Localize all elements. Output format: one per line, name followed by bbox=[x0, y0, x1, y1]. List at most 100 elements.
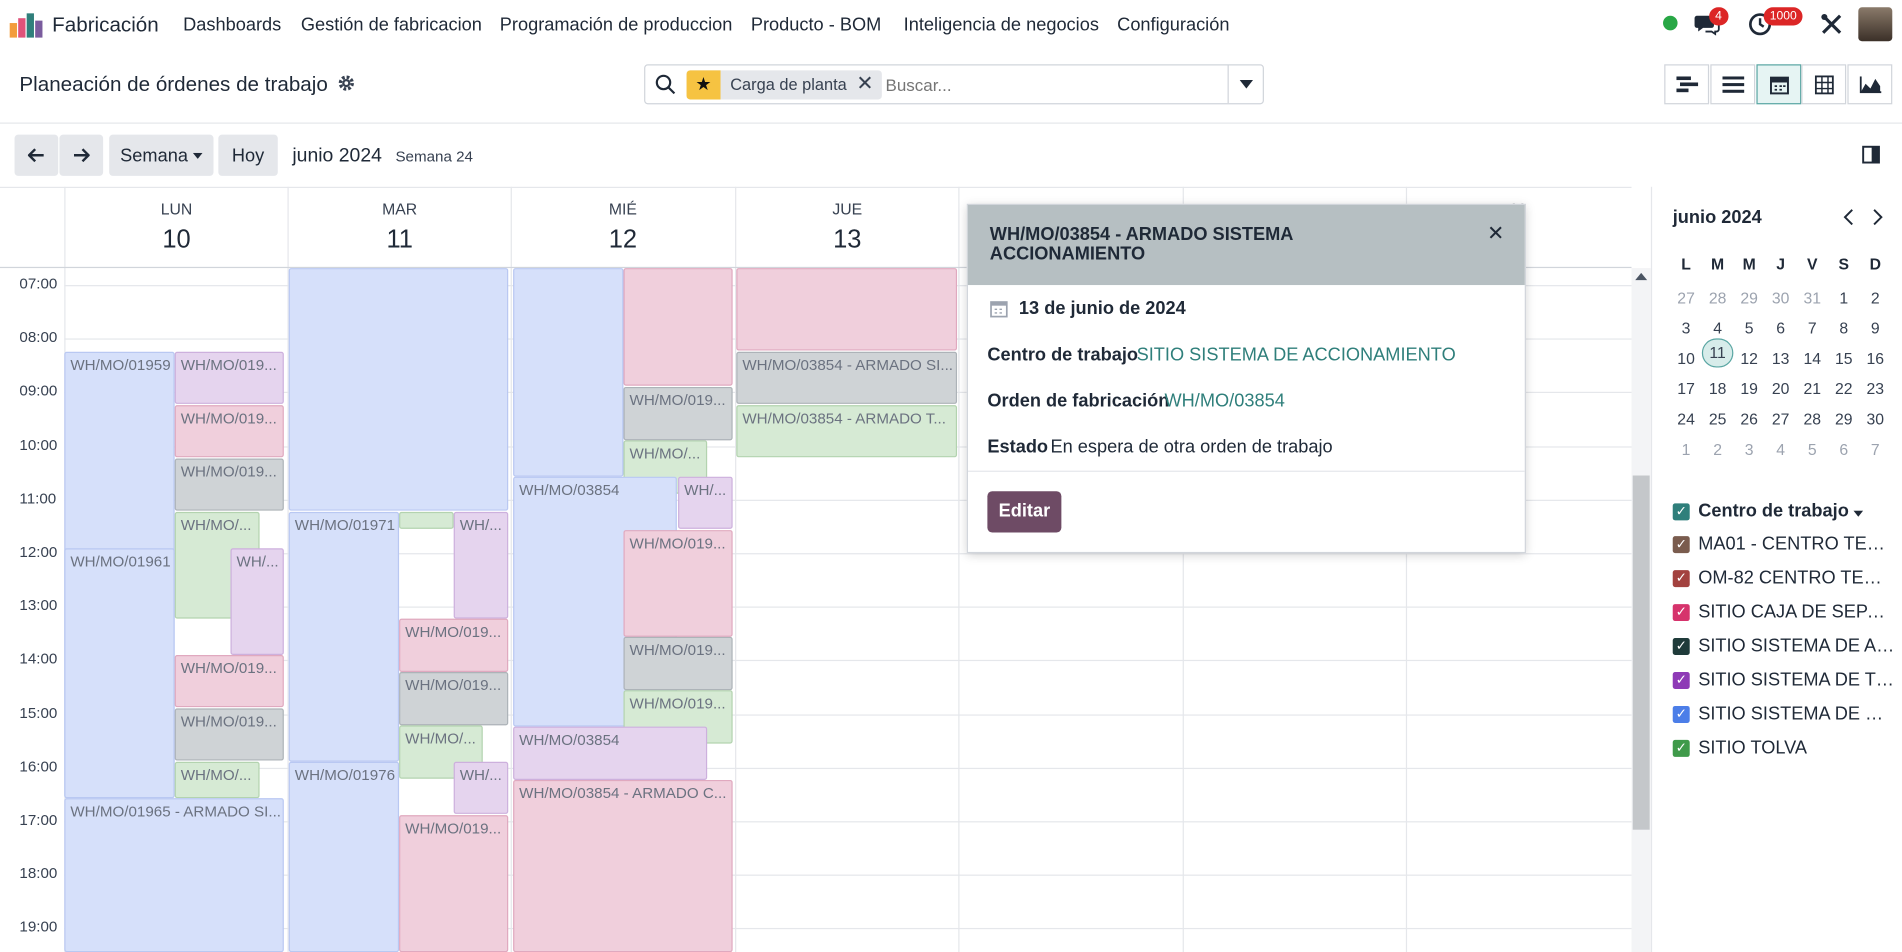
scrollbar-thumb[interactable] bbox=[1632, 475, 1650, 830]
minical-day[interactable]: 9 bbox=[1860, 315, 1892, 342]
view-graph-button[interactable] bbox=[1847, 64, 1893, 105]
calendar-event[interactable]: WH/MO/019... bbox=[399, 618, 509, 673]
app-name[interactable]: Fabricación bbox=[52, 13, 159, 37]
calendar-event[interactable]: WH/... bbox=[230, 548, 284, 656]
day-header[interactable]: LUN 10 bbox=[64, 186, 287, 267]
minical-day[interactable]: 8 bbox=[1828, 315, 1860, 342]
minical-day[interactable]: 24 bbox=[1670, 406, 1702, 433]
minical-day[interactable]: 21 bbox=[1796, 376, 1828, 403]
calendar-event[interactable]: WH/MO/03854 - ARMADO T... bbox=[736, 405, 958, 458]
minical-day[interactable]: 12 bbox=[1733, 346, 1765, 373]
view-pivot-button[interactable] bbox=[1801, 64, 1847, 105]
filter-checkbox[interactable]: ✓ bbox=[1672, 705, 1690, 723]
minical-day[interactable]: 20 bbox=[1765, 376, 1797, 403]
day-header[interactable]: MIÉ 12 bbox=[510, 186, 734, 267]
scale-dropdown[interactable]: Semana bbox=[109, 134, 214, 176]
calendar-event[interactable] bbox=[288, 268, 509, 511]
calendar-event[interactable]: WH/MO/019... bbox=[623, 530, 733, 637]
minical-day[interactable]: 27 bbox=[1670, 285, 1702, 312]
today-button[interactable]: Hoy bbox=[218, 134, 278, 176]
search-bar[interactable]: ★ Carga de planta ✕ bbox=[644, 64, 1264, 105]
workcenter-link[interactable]: SITIO SISTEMA DE ACCIONAMIENTO bbox=[1137, 344, 1456, 365]
calendar-event[interactable]: WH/MO/03854 bbox=[513, 726, 708, 780]
menu-producto-bom[interactable]: Producto - BOM bbox=[751, 15, 881, 36]
calendar-event[interactable]: WH/MO/019... bbox=[623, 386, 733, 441]
view-gantt-button[interactable] bbox=[1664, 64, 1710, 105]
calendar-event[interactable]: WH/... bbox=[453, 511, 509, 619]
calendar-event[interactable]: WH/MO/019... bbox=[623, 636, 733, 691]
minical-day[interactable]: 10 bbox=[1670, 346, 1702, 373]
filter-checkbox[interactable]: ✓ bbox=[1672, 604, 1690, 622]
filter-section-title[interactable]: Centro de trabajo bbox=[1698, 501, 1864, 522]
filter-label[interactable]: MA01 - CENTRO TERM... bbox=[1698, 534, 1895, 555]
minical-day[interactable]: 30 bbox=[1860, 406, 1892, 433]
minical-day[interactable]: 13 bbox=[1765, 346, 1797, 373]
filter-label[interactable]: OM-82 CENTRO TERM... bbox=[1698, 568, 1895, 589]
minical-day[interactable]: 3 bbox=[1733, 437, 1765, 464]
filter-master-checkbox[interactable]: ✓ bbox=[1672, 503, 1690, 521]
menu-dashboards[interactable]: Dashboards bbox=[183, 15, 281, 36]
minical-day[interactable]: 23 bbox=[1860, 376, 1892, 403]
minical-day[interactable]: 17 bbox=[1670, 376, 1702, 403]
user-avatar[interactable] bbox=[1858, 7, 1893, 42]
minical-day[interactable]: 1 bbox=[1670, 437, 1702, 464]
calendar-event[interactable]: WH/MO/019... bbox=[399, 672, 509, 726]
remove-facet-icon[interactable]: ✕ bbox=[856, 72, 873, 96]
minical-day[interactable]: 18 bbox=[1702, 376, 1734, 403]
minical-day[interactable]: 2 bbox=[1702, 437, 1734, 464]
filter-checkbox[interactable]: ✓ bbox=[1672, 672, 1690, 689]
calendar-event[interactable]: WH/... bbox=[453, 761, 509, 814]
minical-day[interactable]: 6 bbox=[1765, 315, 1797, 342]
mo-link[interactable]: WH/MO/03854 bbox=[1164, 391, 1284, 412]
minical-day[interactable]: 29 bbox=[1733, 285, 1765, 312]
calendar-event[interactable] bbox=[736, 268, 958, 351]
calendar-event[interactable] bbox=[513, 268, 624, 477]
day-header[interactable]: JUE 13 bbox=[735, 186, 958, 267]
calendar-event[interactable]: WH/MO/019... bbox=[174, 708, 284, 761]
minical-day[interactable]: 28 bbox=[1796, 406, 1828, 433]
minical-day[interactable]: 27 bbox=[1765, 406, 1797, 433]
minical-day[interactable]: 26 bbox=[1733, 406, 1765, 433]
toggle-sidebar-button[interactable] bbox=[1862, 145, 1880, 168]
calendar-event[interactable]: WH/MO/01961 bbox=[64, 548, 175, 799]
minical-day[interactable]: 4 bbox=[1765, 437, 1797, 464]
search-options-toggle[interactable] bbox=[1227, 65, 1264, 104]
filter-checkbox[interactable]: ✓ bbox=[1672, 536, 1690, 554]
minical-day[interactable]: 11 bbox=[1701, 338, 1734, 368]
menu-inteligencia-negocios[interactable]: Inteligencia de negocios bbox=[904, 15, 1099, 36]
minical-day[interactable]: 28 bbox=[1702, 285, 1734, 312]
filter-label[interactable]: SITIO SISTEMA DE ACCI... bbox=[1698, 636, 1895, 657]
filter-checkbox[interactable]: ✓ bbox=[1672, 638, 1690, 656]
view-calendar-button[interactable] bbox=[1756, 64, 1802, 105]
minical-day[interactable]: 5 bbox=[1796, 437, 1828, 464]
filter-checkbox[interactable]: ✓ bbox=[1672, 739, 1690, 757]
calendar-event[interactable]: WH/MO/03854 - ARMADO C... bbox=[513, 779, 733, 952]
calendar-event[interactable]: WH/MO/019... bbox=[174, 655, 284, 708]
calendar-event[interactable]: WH/MO/019... bbox=[174, 458, 284, 511]
popover-close-icon[interactable]: ✕ bbox=[1487, 222, 1504, 246]
calendar-event[interactable] bbox=[623, 268, 733, 386]
view-list-button[interactable] bbox=[1710, 64, 1756, 105]
minical-day[interactable]: 1 bbox=[1828, 285, 1860, 312]
minical-day[interactable]: 14 bbox=[1796, 346, 1828, 373]
calendar-event[interactable]: WH/MO/019... bbox=[399, 815, 509, 952]
next-period-button[interactable] bbox=[59, 134, 104, 176]
minical-prev-button[interactable] bbox=[1843, 209, 1855, 230]
filter-label[interactable]: SITIO SISTEMA DE VEN... bbox=[1698, 704, 1895, 725]
minical-day[interactable]: 22 bbox=[1828, 376, 1860, 403]
calendar-event[interactable]: WH/MO/01965 - ARMADO SI... bbox=[64, 798, 284, 952]
calendar-event[interactable]: WH/MO/019... bbox=[174, 351, 284, 404]
minical-day[interactable]: 30 bbox=[1765, 285, 1797, 312]
minical-day[interactable]: 29 bbox=[1828, 406, 1860, 433]
minical-day[interactable]: 31 bbox=[1796, 285, 1828, 312]
day-header[interactable]: MAR 11 bbox=[287, 186, 510, 267]
tools-button[interactable] bbox=[1820, 12, 1844, 36]
minical-day[interactable]: 6 bbox=[1828, 437, 1860, 464]
menu-programacion-produccion[interactable]: Programación de produccion bbox=[500, 15, 733, 36]
filter-label[interactable]: SITIO TOLVA bbox=[1698, 738, 1895, 759]
minical-day[interactable]: 16 bbox=[1860, 346, 1892, 373]
filter-checkbox[interactable]: ✓ bbox=[1672, 570, 1690, 588]
minical-day[interactable]: 15 bbox=[1828, 346, 1860, 373]
minical-next-button[interactable] bbox=[1872, 209, 1884, 230]
calendar-event[interactable]: WH/MO/01971 bbox=[288, 511, 400, 762]
